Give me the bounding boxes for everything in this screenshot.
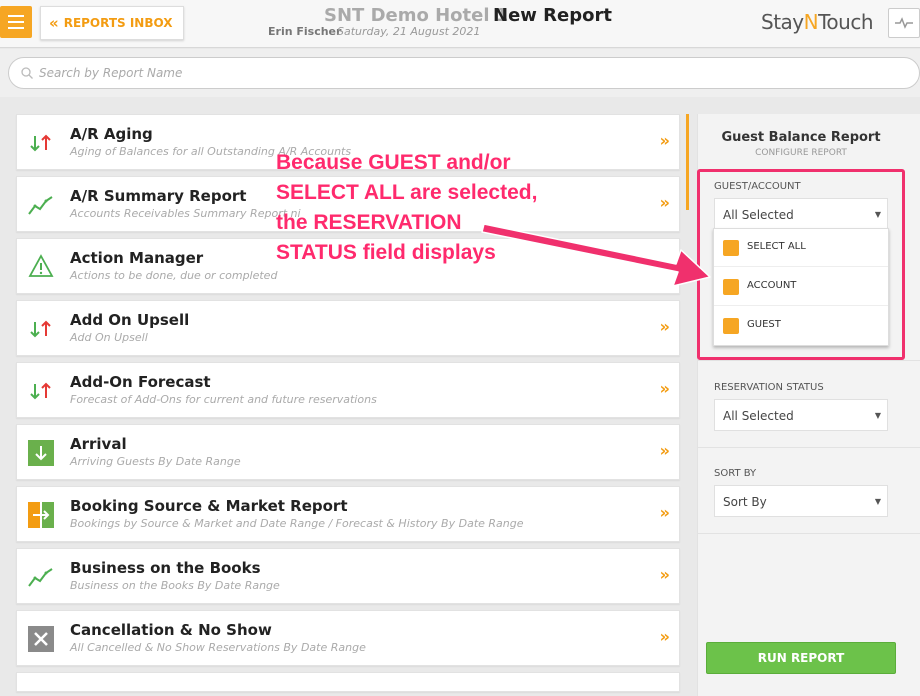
caret-down-icon: ▼ bbox=[874, 411, 881, 420]
sort-by-value: Sort By bbox=[723, 495, 767, 509]
panel-subtitle: CONFIGURE REPORT bbox=[755, 148, 847, 158]
menu-line bbox=[8, 21, 24, 23]
report-item-add-on-forecast[interactable]: Add-On Forecast Forecast of Add-Ons for … bbox=[16, 362, 680, 418]
search-placeholder: Search by Report Name bbox=[39, 66, 183, 80]
activity-button[interactable] bbox=[888, 8, 920, 38]
annotation-line: STATUS field displays bbox=[276, 241, 496, 264]
report-item-booking-source[interactable]: Booking Source & Market Report Bookings … bbox=[16, 486, 680, 542]
report-item-arrival[interactable]: Arrival Arriving Guests By Date Range » bbox=[16, 424, 680, 480]
report-desc: Arriving Guests By Date Range bbox=[70, 455, 241, 468]
chevron-right-icon: » bbox=[659, 565, 670, 584]
report-name: A/R Summary Report bbox=[70, 187, 247, 205]
logo-part: Stay bbox=[761, 10, 804, 34]
report-item-add-on-upsell[interactable]: Add On Upsell Add On Upsell » bbox=[16, 300, 680, 356]
report-item-business-on-books[interactable]: Business on the Books Business on the Bo… bbox=[16, 548, 680, 604]
chevron-right-icon: » bbox=[659, 627, 670, 646]
report-name: Arrival bbox=[70, 435, 127, 453]
report-item-partial[interactable] bbox=[16, 672, 680, 692]
booking-source-icon bbox=[28, 502, 54, 528]
reservation-status-select[interactable]: All Selected ▼ bbox=[714, 399, 888, 431]
report-name: Cancellation & No Show bbox=[70, 621, 272, 639]
reports-inbox-button[interactable]: « REPORTS INBOX bbox=[40, 6, 184, 40]
search-icon bbox=[21, 67, 33, 79]
logo-part: N bbox=[803, 10, 819, 34]
report-desc: All Cancelled & No Show Reservations By … bbox=[70, 641, 366, 654]
divider bbox=[697, 447, 920, 448]
reservation-status-label: RESERVATION STATUS bbox=[714, 382, 824, 393]
search-input[interactable]: Search by Report Name bbox=[8, 57, 920, 89]
up-down-arrows-icon bbox=[30, 382, 51, 400]
sort-by-label: SORT BY bbox=[714, 468, 757, 479]
annotation-line: Because GUEST and/or bbox=[276, 151, 511, 174]
report-name: Business on the Books bbox=[70, 559, 261, 577]
page-title: New Report bbox=[493, 5, 612, 26]
chevron-right-icon: » bbox=[659, 379, 670, 398]
report-desc: Bookings by Source & Market and Date Ran… bbox=[70, 517, 524, 530]
report-desc: Add On Upsell bbox=[70, 331, 148, 344]
up-down-arrows-icon bbox=[30, 320, 51, 338]
report-name: Add-On Forecast bbox=[70, 373, 211, 391]
caret-down-icon: ▼ bbox=[874, 497, 881, 506]
divider bbox=[697, 533, 920, 534]
report-desc: Actions to be done, due or completed bbox=[70, 269, 278, 282]
divider bbox=[697, 360, 920, 361]
double-chevron-left-icon: « bbox=[49, 14, 59, 32]
trend-chart-icon bbox=[28, 568, 53, 587]
report-name: A/R Aging bbox=[70, 125, 153, 143]
chevron-right-icon: » bbox=[659, 255, 670, 274]
sort-by-select[interactable]: Sort By ▼ bbox=[714, 485, 888, 517]
annotation-text: Because GUEST and/or SELECT ALL are sele… bbox=[276, 148, 576, 268]
scrollbar[interactable] bbox=[686, 114, 689, 210]
app-header: « REPORTS INBOX SNT Demo Hotel 1 New Rep… bbox=[0, 0, 920, 48]
cancel-x-icon bbox=[28, 626, 54, 652]
business-date: Saturday, 21 August 2021 bbox=[337, 25, 481, 38]
trend-chart-icon bbox=[28, 196, 53, 215]
arrival-down-icon bbox=[28, 440, 54, 466]
reports-inbox-label: REPORTS INBOX bbox=[63, 16, 173, 30]
chevron-right-icon: » bbox=[659, 193, 670, 212]
annotation-highlight-box bbox=[697, 169, 905, 360]
report-desc: Business on the Books By Date Range bbox=[70, 579, 280, 592]
staynt-logo: StayNTouch bbox=[761, 10, 874, 34]
hotel-name: SNT Demo Hotel 1 bbox=[324, 5, 509, 26]
up-down-arrows-icon bbox=[30, 134, 51, 152]
report-desc: Forecast of Add-Ons for current and futu… bbox=[70, 393, 377, 406]
run-report-button[interactable]: RUN REPORT bbox=[706, 642, 896, 674]
panel-title: Guest Balance Report bbox=[721, 130, 881, 145]
chevron-right-icon: » bbox=[659, 317, 670, 336]
menu-line bbox=[8, 15, 24, 17]
chevron-right-icon: » bbox=[659, 441, 670, 460]
hamburger-menu-button[interactable] bbox=[0, 6, 32, 38]
user-name: Erin Fischer bbox=[268, 25, 342, 38]
warning-triangle-icon bbox=[28, 254, 54, 277]
report-name: Booking Source & Market Report bbox=[70, 497, 348, 515]
chevron-right-icon: » bbox=[659, 131, 670, 150]
logo-part: Touch bbox=[818, 10, 874, 34]
report-name: Action Manager bbox=[70, 249, 204, 267]
annotation-line: SELECT ALL are selected, bbox=[276, 181, 538, 204]
report-name: Add On Upsell bbox=[70, 311, 190, 329]
reservation-status-value: All Selected bbox=[723, 409, 794, 423]
report-item-cancellation[interactable]: Cancellation & No Show All Cancelled & N… bbox=[16, 610, 680, 666]
menu-line bbox=[8, 27, 24, 29]
report-desc: Accounts Receivables Summary Report ni bbox=[70, 207, 301, 220]
search-bar: Search by Report Name bbox=[0, 49, 920, 97]
pulse-icon bbox=[895, 17, 913, 29]
chevron-right-icon: » bbox=[659, 503, 670, 522]
annotation-line: the RESERVATION bbox=[276, 211, 462, 234]
